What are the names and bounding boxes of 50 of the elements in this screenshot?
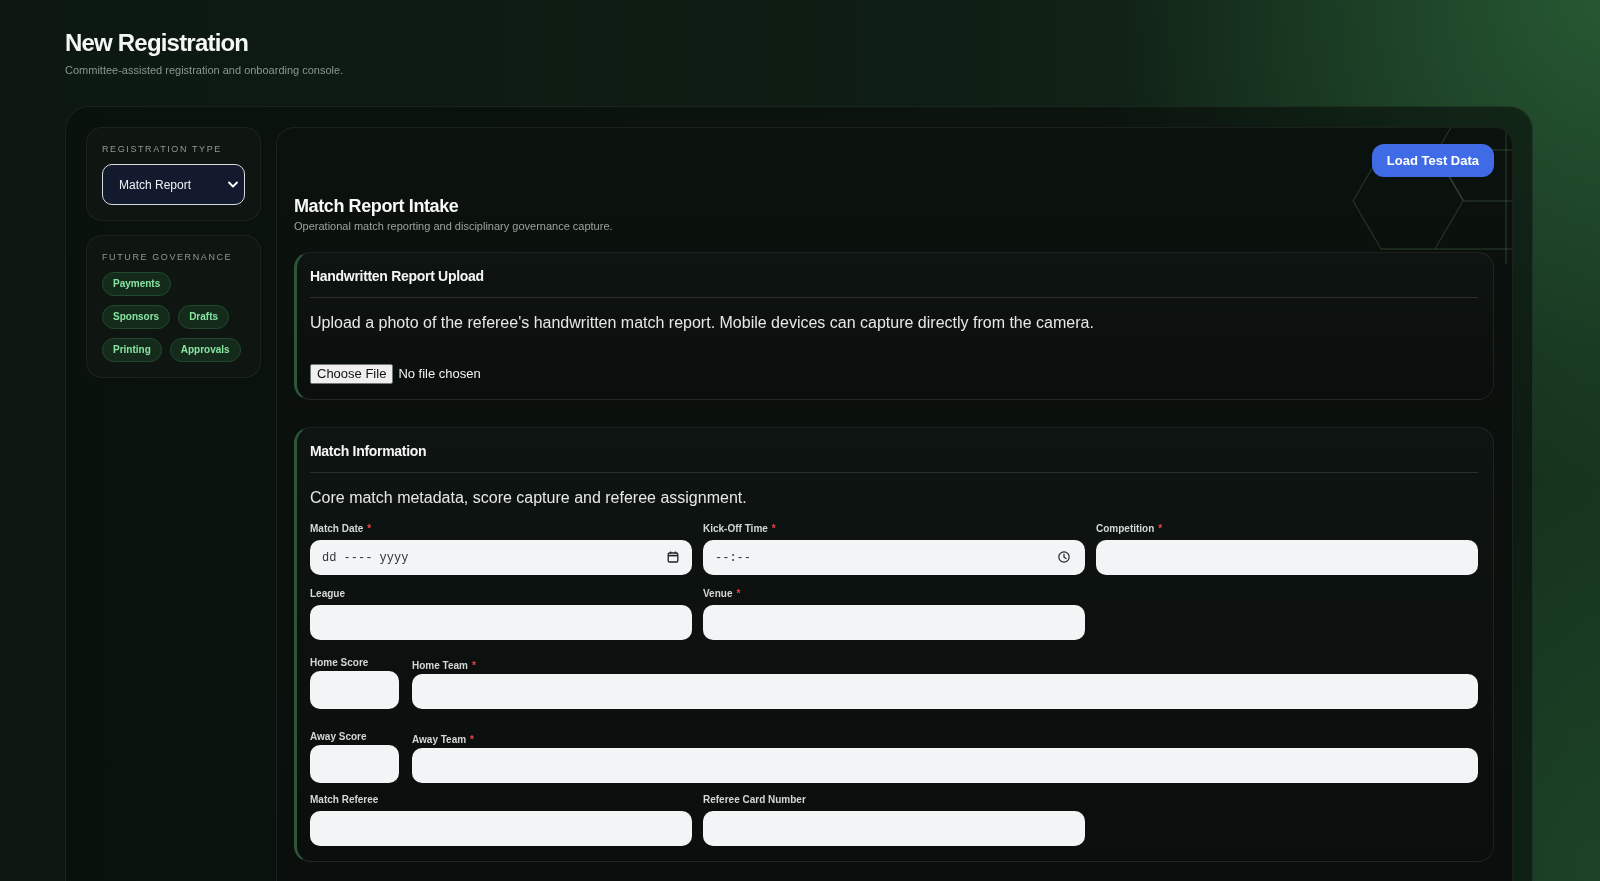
section-title: Handwritten Report Upload bbox=[310, 268, 485, 285]
text-field[interactable] bbox=[310, 811, 692, 846]
field-label: Home Team bbox=[412, 659, 468, 673]
text-field[interactable] bbox=[703, 605, 1085, 640]
text-field[interactable] bbox=[412, 748, 1478, 783]
required-asterisk: * bbox=[470, 733, 474, 747]
score-field[interactable] bbox=[310, 671, 399, 709]
field-label: Home Score bbox=[310, 656, 369, 670]
section-label: REGISTRATION TYPE bbox=[102, 143, 223, 155]
feature-tag: Sponsors bbox=[102, 305, 171, 329]
feature-tag: Drafts bbox=[178, 305, 230, 329]
required-asterisk: * bbox=[471, 659, 476, 673]
form-title: Match Report Intake bbox=[294, 195, 460, 217]
clock-icon bbox=[1058, 551, 1070, 563]
feature-tag: Printing bbox=[102, 338, 162, 362]
required-asterisk: * bbox=[736, 587, 741, 601]
field-label: Match Date bbox=[310, 522, 364, 536]
field-label: Kick-Off Time bbox=[703, 522, 768, 536]
feature-tag: Payments bbox=[102, 272, 172, 296]
field-label: Referee Card Number bbox=[703, 793, 806, 807]
date-field[interactable]: dd ---- yyyy bbox=[310, 540, 692, 575]
calendar-icon bbox=[667, 551, 679, 563]
field-label: Match Referee bbox=[310, 793, 379, 807]
score-field[interactable] bbox=[310, 745, 399, 783]
field-label: Competition bbox=[1096, 522, 1155, 536]
required-asterisk: * bbox=[1158, 522, 1163, 536]
section-title: Match Information bbox=[310, 443, 428, 460]
load-test-data-button[interactable]: Load Test Data bbox=[1371, 144, 1494, 177]
section-description: Upload a photo of the referee's handwritten match report. Mobile devices can capture directly from the camera. bbox=[310, 313, 1095, 333]
text-field[interactable] bbox=[1096, 540, 1478, 575]
registration-type-select[interactable]: Match Report bbox=[102, 164, 245, 205]
chevron-down-icon bbox=[228, 180, 238, 189]
section-description: Core match metadata, score capture and referee assignment. bbox=[310, 488, 748, 508]
feature-tag: Approvals bbox=[169, 338, 241, 362]
form-subtitle: Operational match reporting and disciplinary governance capture. bbox=[294, 219, 614, 233]
text-field[interactable] bbox=[310, 605, 692, 640]
required-asterisk: * bbox=[771, 522, 776, 536]
field-label: Away Score bbox=[310, 730, 367, 744]
text-field[interactable] bbox=[703, 811, 1085, 846]
file-status-text: No file chosen bbox=[398, 365, 481, 384]
section-label: FUTURE GOVERNANCE bbox=[102, 251, 234, 263]
page-title: New Registration bbox=[65, 28, 250, 57]
field-label: League bbox=[310, 587, 345, 601]
field-label: Away Team bbox=[412, 733, 467, 747]
time-field[interactable]: --:-- bbox=[703, 540, 1085, 575]
choose-file-button[interactable]: Choose File bbox=[310, 364, 394, 384]
field-label: Venue bbox=[703, 587, 733, 601]
required-asterisk: * bbox=[367, 522, 372, 536]
page-subtitle: Committee-assisted registration and onboarding console. bbox=[65, 63, 345, 77]
text-field[interactable] bbox=[412, 674, 1478, 709]
